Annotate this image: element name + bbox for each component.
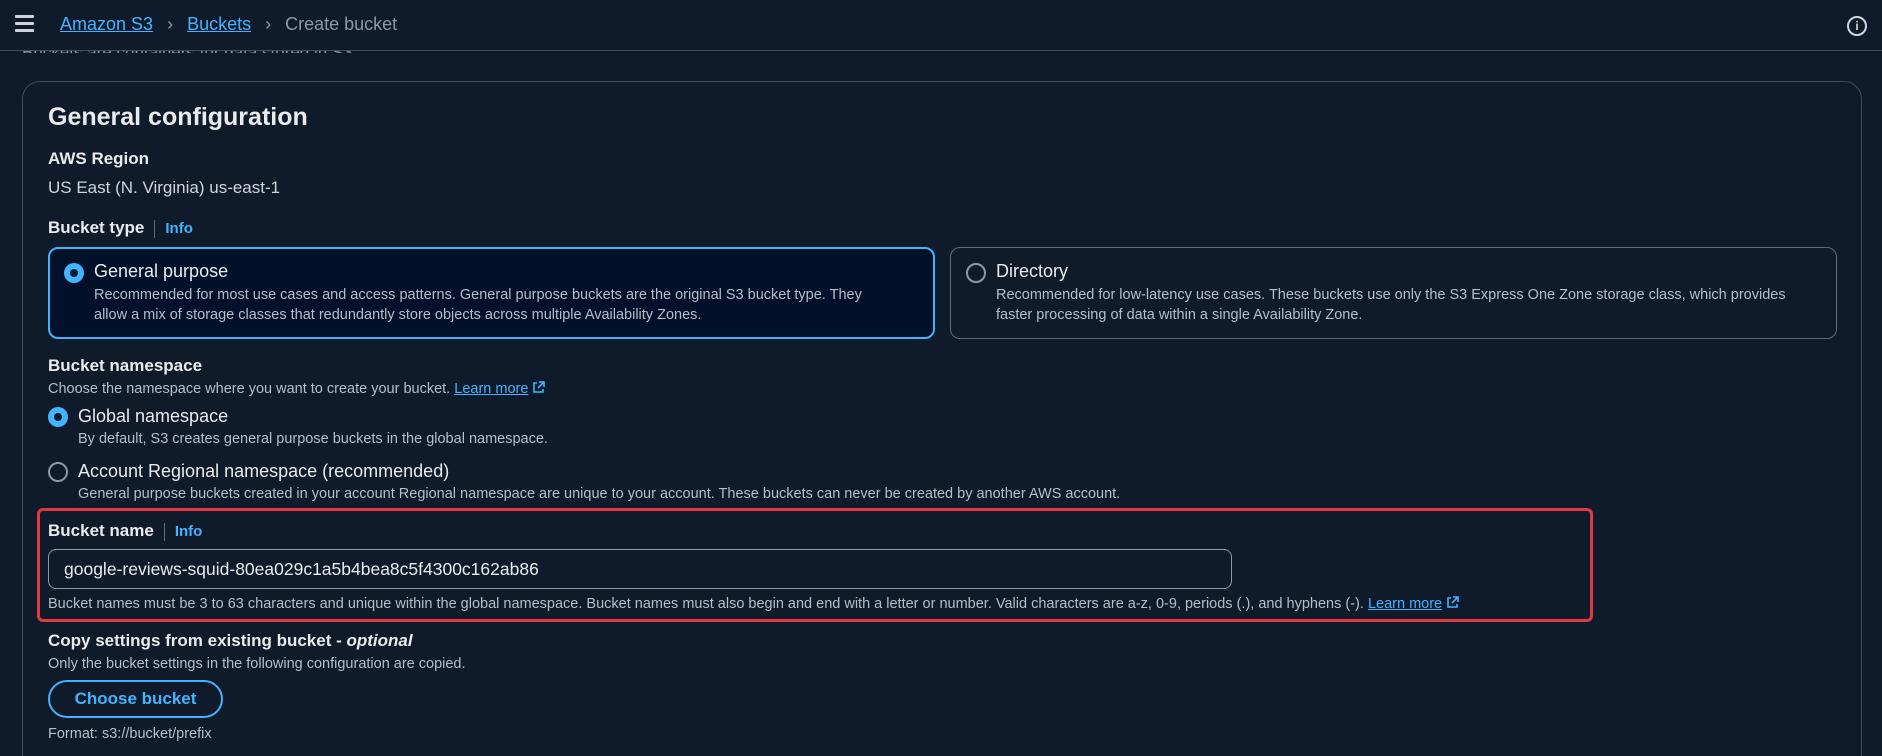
tile-general-purpose[interactable]: General purpose Recommended for most use…: [48, 247, 935, 339]
copy-settings-label-text: Copy settings from existing bucket -: [48, 631, 347, 650]
bucket-name-label: Bucket name: [48, 521, 154, 540]
tile-description: Recommended for most use cases and acces…: [94, 287, 862, 303]
aws-region-label: AWS Region: [48, 149, 150, 168]
account-regional-namespace-description: General purpose buckets created in your …: [78, 486, 1121, 502]
tile-description: allow a mix of storage classes that redu…: [94, 307, 702, 323]
radio-account-regional-namespace[interactable]: [48, 462, 68, 482]
divider: [163, 522, 165, 541]
copy-settings-label: Copy settings from existing bucket - opt…: [48, 631, 413, 651]
bucket-type-info-link[interactable]: Info: [165, 220, 193, 237]
account-regional-namespace-title: Account Regional namespace (recommended): [78, 461, 450, 481]
divider: [154, 219, 156, 238]
bucket-type-label: Bucket type: [48, 218, 145, 237]
copy-settings-description: Only the bucket settings in the followin…: [48, 656, 466, 672]
top-navigation-bar: Amazon S3 › Buckets › Create bucket i: [0, 0, 1882, 51]
choose-bucket-button[interactable]: Choose bucket: [48, 680, 223, 718]
bucket-name-hint: Bucket names must be 3 to 63 characters …: [48, 594, 1459, 614]
bucket-name-hint-text: Bucket names must be 3 to 63 characters …: [48, 596, 1364, 612]
bucket-namespace-label: Bucket namespace: [48, 356, 203, 375]
global-namespace-title: Global namespace: [78, 406, 229, 426]
radio-general-purpose[interactable]: [64, 263, 84, 283]
external-link-icon: [533, 381, 546, 393]
section-title: General configuration: [48, 103, 308, 131]
bucket-name-input[interactable]: google-reviews-squid-80ea029c1a5b4bea8c5…: [48, 549, 1232, 589]
breadcrumb: Amazon S3 › Buckets › Create bucket: [60, 14, 397, 35]
tile-title: General purpose: [94, 261, 229, 281]
tile-directory[interactable]: Directory Recommended for low-latency us…: [950, 247, 1837, 339]
learn-more-link[interactable]: Learn more: [1368, 596, 1442, 612]
radio-global-namespace[interactable]: [48, 407, 68, 427]
info-panel-icon[interactable]: i: [1847, 16, 1867, 36]
optional-tag: optional: [346, 631, 413, 650]
tile-title: Directory: [996, 261, 1069, 281]
chevron-right-icon: ›: [167, 14, 174, 34]
radio-directory[interactable]: [966, 263, 986, 283]
chevron-right-icon: ›: [265, 14, 272, 34]
breadcrumb-buckets[interactable]: Buckets: [187, 14, 251, 35]
tile-description: faster processing of data within a singl…: [996, 307, 1363, 323]
bucket-name-header: Bucket name Info: [48, 521, 202, 541]
bucket-namespace-description: Choose the namespace where you want to c…: [48, 379, 546, 399]
breadcrumb-amazon-s3[interactable]: Amazon S3: [60, 14, 153, 35]
format-hint: Format: s3://bucket/prefix: [48, 726, 212, 742]
bucket-type-header: Bucket type Info: [48, 218, 193, 238]
external-link-icon: [1447, 596, 1459, 608]
namespace-desc-text: Choose the namespace where you want to c…: [48, 381, 451, 397]
aws-region-value: US East (N. Virginia) us-east-1: [48, 178, 281, 197]
tile-description: Recommended for low-latency use cases. T…: [996, 287, 1786, 303]
hamburger-menu-icon[interactable]: [15, 15, 37, 35]
bucket-name-info-link[interactable]: Info: [175, 523, 203, 540]
learn-more-link[interactable]: Learn more: [454, 381, 528, 397]
breadcrumb-create-bucket: Create bucket: [285, 14, 398, 34]
global-namespace-description: By default, S3 creates general purpose b…: [78, 431, 548, 447]
